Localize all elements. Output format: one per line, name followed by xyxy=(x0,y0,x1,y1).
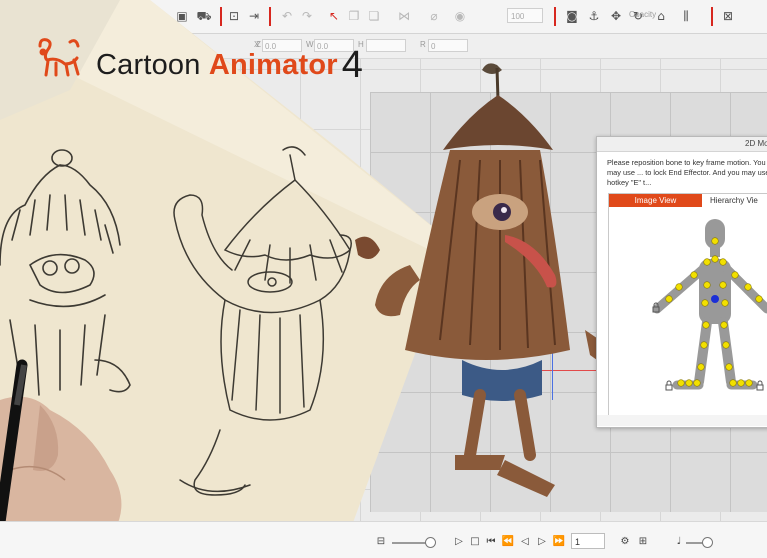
current-frame-field[interactable]: 1 xyxy=(571,533,605,549)
bone-figure xyxy=(652,219,767,391)
zoom-slider-knob[interactable] xyxy=(425,537,436,548)
prev-frame-icon[interactable]: ◁ xyxy=(518,535,532,549)
logo-word-cartoon: Cartoon xyxy=(96,49,201,81)
root-joint[interactable] xyxy=(711,295,719,303)
stop-icon[interactable]: □ xyxy=(468,535,482,549)
prev-key-icon[interactable]: ⏪ xyxy=(501,535,515,549)
dialog-footer xyxy=(597,415,767,426)
mascot-logo-icon xyxy=(38,38,80,77)
zoom-icon[interactable]: ⊟ xyxy=(374,535,388,549)
first-frame-icon[interactable]: ⏮ xyxy=(484,535,498,549)
cartoon-animator-screen: ▣ ⛟ ⊡ ⇥ ↶ ↷ ↖ ❐ ❏ ⋈ ⌀ ◉ Opacity 100 ◙ ⚓ … xyxy=(0,0,767,558)
next-frame-icon[interactable]: ▷ xyxy=(535,535,549,549)
dialog-instruction: Please reposition bone to key frame moti… xyxy=(607,158,767,187)
logo-wordmark: Cartoon Animator 4 xyxy=(96,41,364,86)
next-key-icon[interactable]: ⏩ xyxy=(552,535,566,549)
app-logo: Cartoon Animator 4 xyxy=(34,36,404,86)
audio-icon[interactable]: ♩ xyxy=(672,535,686,549)
volume-slider-knob[interactable] xyxy=(702,537,713,548)
bone-map-panel xyxy=(608,207,767,416)
tab-image-view[interactable]: Image View xyxy=(609,194,702,208)
dialog-title[interactable]: 2D Mo xyxy=(597,137,767,152)
motion-key-editor-dialog: 2D Mo Please reposition bone to key fram… xyxy=(596,136,767,428)
logo-word-animator: Animator xyxy=(208,49,338,81)
loop-icon[interactable]: ⚙ xyxy=(618,535,632,549)
tab-hierarchy-view[interactable]: Hierarchy Vie xyxy=(704,194,767,208)
playback-bar: ⊟ ▷ □ ⏮ ⏪ ◁ ▷ ⏩ 1 ⚙ ⊞ ♩ xyxy=(0,521,767,558)
settings-icon[interactable]: ⊞ xyxy=(636,535,650,549)
play-icon[interactable]: ▷ xyxy=(452,535,466,549)
logo-version: 4 xyxy=(341,44,364,86)
